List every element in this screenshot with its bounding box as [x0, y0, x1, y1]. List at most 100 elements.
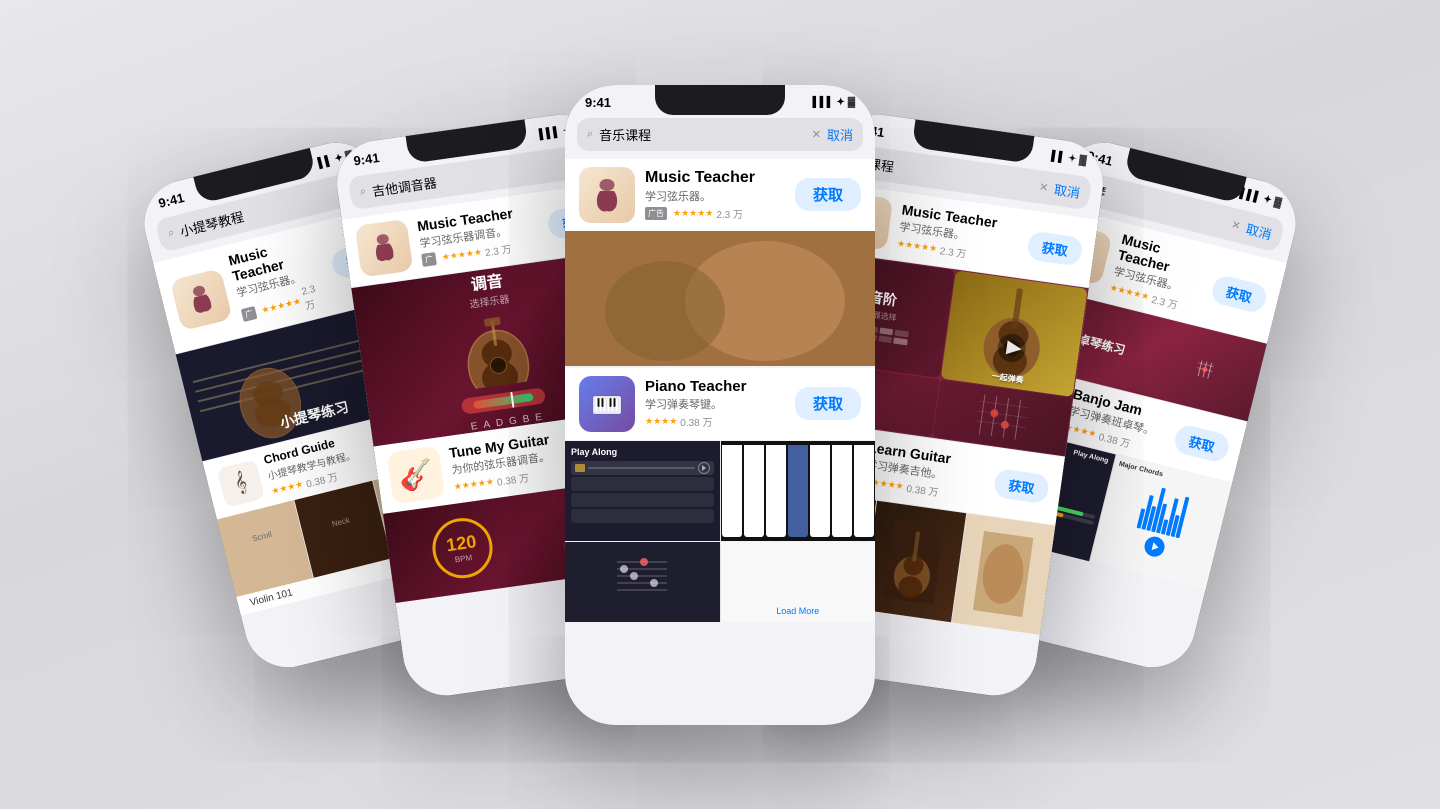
wk2 [744, 445, 764, 537]
wk3 [766, 445, 786, 537]
string-e: E [470, 420, 478, 432]
play-row-2 [571, 477, 714, 491]
rating-count-right-mid: 2.3 万 [939, 242, 968, 261]
play-triangle-waveform [1152, 542, 1160, 551]
get-btn-learn[interactable]: 获取 [993, 467, 1051, 503]
piano-svg [591, 388, 623, 420]
piano-screenshots: Play Along [565, 441, 875, 541]
load-more-thumb: Load More [721, 542, 876, 622]
piano-keys-thumb [721, 441, 876, 541]
string-e2: E [535, 411, 543, 423]
bottom-screenshots: Load More [565, 542, 875, 622]
play-triangle [702, 465, 706, 471]
sheet-svg [612, 547, 672, 617]
time-left-mid: 9:41 [353, 150, 381, 168]
clear-btn-center[interactable]: ✕ [812, 128, 821, 141]
phone-center: 9:41 ▌▌▌ ✦ ▓ ⌕ 音乐课程 ✕ 取消 [565, 85, 875, 725]
string-b: B [522, 413, 530, 425]
play-along-thumb: Play Along [565, 441, 720, 541]
wk7 [854, 445, 874, 537]
rating-count-far-left: 2.3 万 [301, 280, 333, 312]
get-btn-center[interactable]: 获取 [795, 178, 861, 211]
featured-app-center: Music Teacher 学习弦乐器。 广告 ★★★★★ 2.3 万 获取 [565, 159, 875, 366]
app-info-center: Music Teacher 学习弦乐器。 广告 ★★★★★ 2.3 万 [645, 169, 785, 221]
chord-guide-icon: 𝄞 [217, 458, 265, 506]
app-rating-center: 广告 ★★★★★ 2.3 万 [645, 206, 785, 221]
app-info-left-mid: Music Teacher 学习弦乐器调音。 广 ★★★★★ 2.3 万 [416, 201, 542, 267]
play-along-label: Play Along [571, 447, 714, 457]
piano-teacher-info: Piano Teacher 学习弹奏琴键。 ★★★★ 0.38 万 [645, 378, 785, 429]
search-bar-center[interactable]: ⌕ 音乐课程 ✕ 取消 [577, 118, 863, 151]
guitar-photo-thumb: 一起弹奏 [940, 270, 1087, 396]
get-btn-banjo[interactable]: 获取 [1172, 422, 1231, 463]
chord-icons-row [1193, 357, 1217, 381]
play-btn-waveform[interactable] [1143, 534, 1167, 558]
guitar-photo-svg [967, 278, 1060, 388]
waveform-bars [1137, 479, 1192, 538]
lesson-thumb-3 [952, 513, 1056, 634]
app-info-far-left: Music Teacher 学习弦乐器。 广 ★★★★★ 2.3 万 [227, 231, 333, 327]
search-icon-center: ⌕ [587, 128, 593, 141]
piano-keys-area [721, 441, 876, 541]
guitar-svg [432, 307, 561, 393]
load-more-label: Load More [727, 606, 870, 616]
meter-bar [461, 387, 546, 415]
app-row-center: Music Teacher 学习弦乐器。 广告 ★★★★★ 2.3 万 获取 [565, 159, 875, 231]
get-btn-right-mid[interactable]: 获取 [1026, 229, 1084, 265]
piano-teacher-rating: ★★★★ 0.38 万 [645, 414, 785, 429]
fret-cell [895, 329, 909, 337]
fret-cell [893, 337, 907, 345]
fret-cell [878, 335, 892, 343]
rating-count-left-mid: 2.3 万 [484, 240, 513, 259]
cancel-btn-right-mid[interactable]: 取消 [1053, 179, 1081, 201]
play-row-4 [571, 509, 714, 523]
play-btn [698, 462, 710, 474]
featured-svg [565, 231, 875, 366]
app-subtitle-center: 学习弦乐器。 [645, 188, 785, 204]
wk5 [810, 445, 830, 537]
status-icons-center: ▌▌▌ ✦ ▓ [813, 97, 855, 108]
string-a: A [483, 419, 491, 431]
music-teacher-logo-far-left [179, 277, 223, 321]
meter-needle [510, 391, 514, 407]
search-icon-left-mid: ⌕ [359, 185, 367, 199]
piano-teacher-item: Piano Teacher 学习弹奏琴键。 ★★★★ 0.38 万 获取 [565, 368, 875, 440]
app-name-center: Music Teacher [645, 169, 785, 187]
status-icons-far-right: ▌▌▌ ✦ ▓ [1239, 187, 1283, 208]
piano-teacher-icon [579, 376, 635, 432]
app-info-far-right: Music Teacher 学习弦乐器。 ★★★★★ 2.3 万 [1108, 230, 1211, 316]
sheet-music-thumb [565, 542, 720, 622]
tuner-header: 调音 选择乐器 [465, 266, 510, 310]
stars-far-left: ★★★★★ [260, 295, 302, 315]
clear-btn-right-mid[interactable]: ✕ [1038, 180, 1049, 194]
cancel-btn-far-right[interactable]: 取消 [1244, 218, 1274, 243]
chord-icon-1 [1193, 357, 1217, 381]
clear-btn-far-right[interactable]: ✕ [1230, 217, 1242, 232]
learn-guitar-info: Learn Guitar 学习弹奏吉他。 ★★★★★ 0.38 万 [863, 439, 989, 505]
app-icon-far-left [170, 267, 233, 330]
play-indicator [575, 464, 585, 472]
lesson-thumb-2 [862, 500, 966, 621]
get-btn-piano[interactable]: 获取 [795, 387, 861, 420]
stars-left-mid: ★★★★★ [441, 246, 482, 263]
get-btn-far-right[interactable]: 获取 [1210, 273, 1269, 314]
bpm-label: BPM [454, 552, 472, 563]
bpm-number: 120 [445, 531, 478, 556]
rating-count-center: 2.3 万 [716, 206, 743, 221]
tune-icon: 🎸 [387, 445, 446, 504]
search-icon-far-left: ⌕ [167, 226, 176, 240]
search-text-center: 音乐课程 [599, 125, 806, 144]
stars-center: ★★★★★ [673, 208, 713, 219]
cancel-btn-center[interactable]: 取消 [827, 125, 853, 144]
time-center: 9:41 [585, 95, 611, 110]
ad-badge-center: 广告 [645, 207, 667, 220]
learn-count: 0.38 万 [906, 479, 940, 498]
piano-count: 0.38 万 [680, 414, 712, 429]
string-d: D [495, 417, 504, 429]
fret-cell [879, 327, 893, 335]
app-icon-center [579, 167, 635, 223]
ad-badge: 广 [241, 305, 258, 321]
tune-count: 0.38 万 [496, 469, 530, 488]
tuner-info: 调音 选择乐器 [465, 266, 510, 310]
hand-svg [973, 530, 1034, 616]
